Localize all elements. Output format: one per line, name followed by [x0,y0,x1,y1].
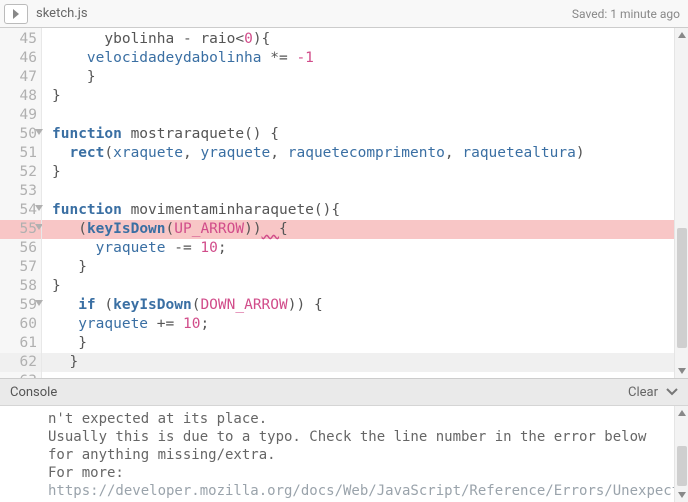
console-output[interactable]: n't expected at its place. Usually this … [0,406,688,502]
chevron-down-icon [666,387,678,397]
code-line[interactable]: if (keyIsDown(DOWN_ARROW)) { [42,296,688,315]
code-line[interactable]: yraquete -= 10; [42,239,688,258]
scroll-down-icon[interactable] [675,364,688,378]
editor-topbar: sketch.js Saved: 1 minute ago [0,0,688,28]
editor-scrollbar[interactable] [674,28,688,378]
scroll-thumb[interactable] [677,446,687,486]
scroll-up-icon[interactable] [675,28,688,42]
code-line[interactable]: yraquete += 10; [42,315,688,334]
scroll-thumb[interactable] [677,228,687,348]
code-line[interactable]: function movimentaminharaquete(){ [42,201,688,220]
code-line[interactable]: } [42,334,688,353]
console-scrollbar[interactable] [674,406,688,502]
code-line[interactable]: } [42,87,688,106]
code-line[interactable] [42,106,688,125]
code-line[interactable]: rect(xraquete, yraquete, raquetecomprime… [42,144,688,163]
console-line: n't expected at its place. [48,411,267,427]
code-line[interactable]: } [42,68,688,87]
code-line[interactable]: } [42,258,688,277]
chevron-right-icon [12,9,20,19]
code-line[interactable]: velocidadeydabolinha *= -1 [42,49,688,68]
console-header: Console Clear [0,378,688,406]
code-line[interactable] [42,182,688,201]
filename-label: sketch.js [36,6,572,21]
code-line[interactable]: } [42,353,688,372]
console-clear-button[interactable]: Clear [628,385,658,400]
line-gutter: 45464748495051525354555657585960616263 [0,28,42,378]
console-collapse-button[interactable] [666,387,678,397]
scroll-up-icon[interactable] [675,406,688,420]
code-line[interactable]: (keyIsDown(UP_ARROW)) { [42,220,688,239]
code-line[interactable]: ybolinha - raio<0){ [42,30,688,49]
console-line: Usually this is due to a typo. Check the… [48,429,646,463]
code-line[interactable]: } [42,277,688,296]
toggle-sidebar-button[interactable] [4,4,28,24]
code-area[interactable]: ybolinha - raio<0){ velocidadeydabolinha… [42,28,688,378]
saved-status: Saved: 1 minute ago [572,7,680,21]
console-link[interactable]: https://developer.mozilla.org/docs/Web/J… [48,483,688,499]
code-line[interactable] [42,372,688,378]
code-editor[interactable]: 45464748495051525354555657585960616263 y… [0,28,688,378]
console-title: Console [10,385,628,400]
scroll-down-icon[interactable] [675,488,688,502]
code-line[interactable]: } [42,163,688,182]
console-line: For more: [48,465,124,481]
code-line[interactable]: function mostraraquete() { [42,125,688,144]
